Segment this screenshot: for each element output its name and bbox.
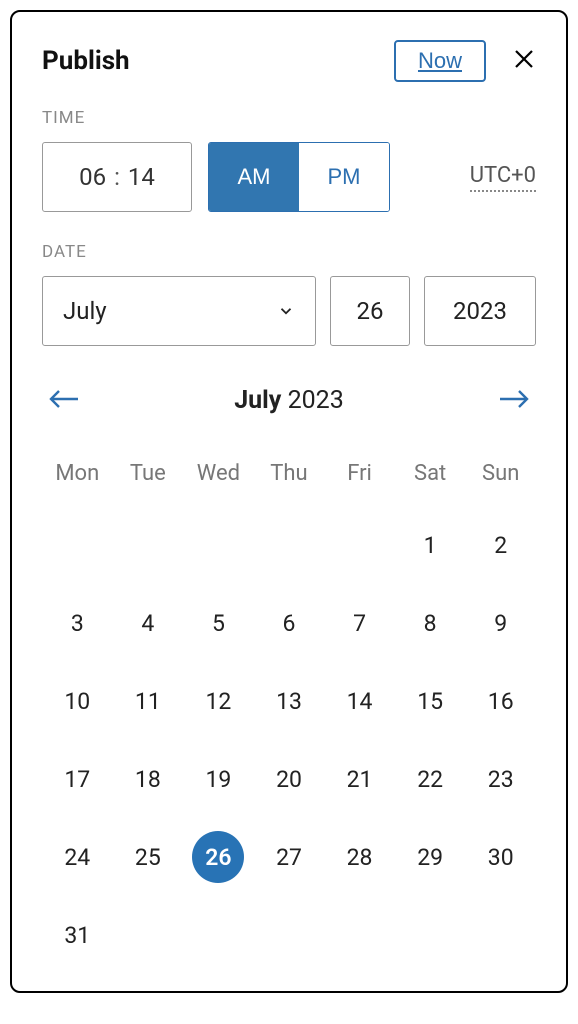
calendar-empty-cell <box>254 519 325 571</box>
pm-button[interactable]: PM <box>299 143 389 211</box>
timezone-label[interactable]: UTC+0 <box>470 163 536 192</box>
calendar-day[interactable]: 8 <box>395 597 466 649</box>
calendar-day[interactable]: 4 <box>113 597 184 649</box>
calendar-day[interactable]: 30 <box>465 831 536 883</box>
hours-value: 06 <box>79 163 106 191</box>
calendar-empty-cell <box>113 519 184 571</box>
calendar-day[interactable]: 16 <box>465 675 536 727</box>
arrow-left-icon <box>48 388 80 410</box>
calendar-day[interactable]: 5 <box>183 597 254 649</box>
time-separator: : <box>114 163 120 191</box>
calendar-day[interactable]: 20 <box>254 753 325 805</box>
calendar-day[interactable]: 15 <box>395 675 466 727</box>
date-row: July 26 2023 <box>42 276 536 346</box>
calendar-nav: July 2023 <box>42 372 536 429</box>
minutes-value: 14 <box>128 163 155 191</box>
panel-header: Publish Now <box>42 40 536 82</box>
calendar-day[interactable]: 19 <box>183 753 254 805</box>
calendar-title: July 2023 <box>234 386 344 415</box>
calendar-day[interactable]: 23 <box>465 753 536 805</box>
close-icon[interactable] <box>512 47 536 76</box>
calendar-empty-cell <box>183 519 254 571</box>
calendar-day[interactable]: 10 <box>42 675 113 727</box>
calendar-day[interactable]: 11 <box>113 675 184 727</box>
calendar-day[interactable]: 21 <box>324 753 395 805</box>
calendar-day[interactable]: 7 <box>324 597 395 649</box>
dow-header: Mon <box>42 453 113 493</box>
time-input[interactable]: 06 : 14 <box>42 142 192 212</box>
calendar-day[interactable]: 6 <box>254 597 325 649</box>
chevron-down-icon <box>277 302 295 320</box>
next-month-button[interactable] <box>492 382 536 419</box>
time-section-label: TIME <box>42 108 536 128</box>
prev-month-button[interactable] <box>42 382 86 419</box>
panel-title: Publish <box>42 46 130 76</box>
calendar-day[interactable]: 2 <box>465 519 536 571</box>
calendar-day[interactable]: 31 <box>42 909 113 961</box>
calendar-day[interactable]: 14 <box>324 675 395 727</box>
dow-header: Tue <box>113 453 184 493</box>
calendar-day[interactable]: 24 <box>42 831 113 883</box>
calendar-day[interactable]: 22 <box>395 753 466 805</box>
calendar-day[interactable]: 18 <box>113 753 184 805</box>
calendar-day[interactable]: 12 <box>183 675 254 727</box>
calendar-day[interactable]: 9 <box>465 597 536 649</box>
calendar-day[interactable]: 3 <box>42 597 113 649</box>
am-button[interactable]: AM <box>209 143 299 211</box>
calendar-day[interactable]: 25 <box>113 831 184 883</box>
year-input[interactable]: 2023 <box>424 276 536 346</box>
time-row: 06 : 14 AM PM UTC+0 <box>42 142 536 212</box>
calendar-year: 2023 <box>288 386 344 415</box>
day-value: 26 <box>357 297 384 325</box>
dow-header: Sun <box>465 453 536 493</box>
date-section-label: DATE <box>42 242 536 262</box>
dow-header: Wed <box>183 453 254 493</box>
dow-header: Thu <box>254 453 325 493</box>
year-value: 2023 <box>453 297 507 325</box>
dow-header: Sat <box>395 453 466 493</box>
publish-datetime-panel: Publish Now TIME 06 : 14 AM PM UTC+0 DAT… <box>10 10 568 993</box>
calendar-day[interactable]: 17 <box>42 753 113 805</box>
calendar-day[interactable]: 29 <box>395 831 466 883</box>
dow-header: Fri <box>324 453 395 493</box>
month-value: July <box>63 297 107 325</box>
calendar-empty-cell <box>42 519 113 571</box>
calendar-day[interactable]: 13 <box>254 675 325 727</box>
day-input[interactable]: 26 <box>330 276 410 346</box>
now-button[interactable]: Now <box>394 40 486 82</box>
header-actions: Now <box>394 40 536 82</box>
calendar-empty-cell <box>324 519 395 571</box>
month-select[interactable]: July <box>42 276 316 346</box>
arrow-right-icon <box>498 388 530 410</box>
calendar-grid: MonTueWedThuFriSatSun1234567891011121314… <box>42 453 536 961</box>
calendar-day[interactable]: 27 <box>254 831 325 883</box>
calendar-month: July <box>234 386 281 415</box>
calendar-day[interactable]: 1 <box>395 519 466 571</box>
ampm-toggle: AM PM <box>208 142 390 212</box>
calendar-day[interactable]: 26 <box>192 831 244 883</box>
calendar-day[interactable]: 28 <box>324 831 395 883</box>
